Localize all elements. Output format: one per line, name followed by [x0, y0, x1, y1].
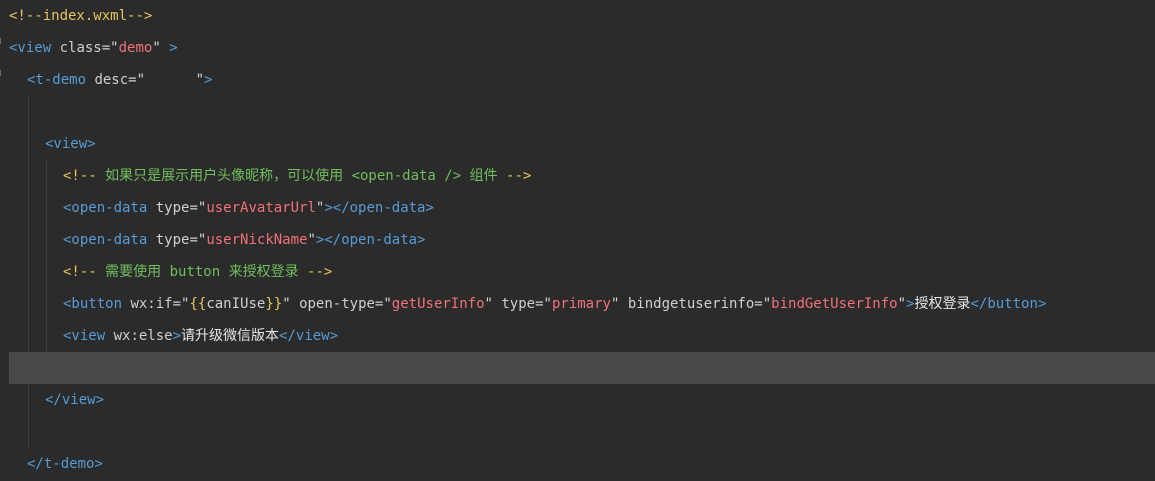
comment-open: <!--	[63, 168, 97, 184]
tag-open: <view	[9, 40, 52, 56]
code-line-3[interactable]: <t-demo desc=" ">	[27, 64, 212, 96]
indent-guide	[46, 160, 47, 384]
editor-gutter	[0, 0, 9, 481]
expression: canIUse	[206, 296, 266, 312]
quote: "	[543, 296, 552, 312]
quote: "	[307, 232, 316, 248]
attr-value: getUserInfo	[391, 296, 485, 312]
quote: "	[897, 296, 907, 312]
tag-open: <open-data	[63, 200, 148, 216]
code-line-13[interactable]: </view>	[45, 384, 104, 416]
attr-name: class=	[51, 40, 111, 56]
code-line-9[interactable]: <!-- 需要使用 button 来授权登录 -->	[63, 256, 332, 288]
tag-close: >	[172, 328, 182, 344]
quote: "	[152, 40, 161, 56]
comment-close: -->	[307, 264, 333, 280]
tag-end: </open-data>	[332, 200, 434, 216]
code-line-6[interactable]: <!-- 如果只是展示用户头像昵称，可以使用 <open-data /> 组件 …	[63, 160, 531, 192]
attr-name: type=	[147, 200, 198, 216]
tag-end: </t-demo>	[27, 456, 103, 472]
tag-close: >	[87, 136, 96, 152]
tag-open: <button	[63, 296, 123, 312]
attr-value: demo	[118, 40, 153, 56]
fold-marker[interactable]	[0, 38, 1, 44]
tag-open: <t-demo	[27, 72, 87, 88]
comment-text: index.wxml	[42, 8, 128, 24]
attr-value: primary	[551, 296, 611, 312]
code-line-7[interactable]: <open-data type="userAvatarUrl"></open-d…	[63, 192, 434, 224]
tag-close: >	[324, 200, 333, 216]
tag-open: <view	[63, 328, 106, 344]
tag-end: </view>	[45, 392, 105, 408]
attr-name: bindgetuserinfo=	[619, 296, 763, 312]
quote: "	[484, 296, 493, 312]
quote: "	[383, 296, 392, 312]
attr-name: wx:if=	[122, 296, 182, 312]
attr-name: open-type=	[290, 296, 384, 312]
quote: "	[195, 72, 205, 88]
code-line-2[interactable]: <view class="demo" >	[9, 32, 178, 64]
tag-open: <view	[45, 136, 88, 152]
tag-close: >	[160, 40, 178, 56]
fold-marker[interactable]	[0, 70, 1, 76]
indent-guide	[28, 96, 29, 448]
mustache-close: }}	[265, 296, 283, 312]
code-line-5[interactable]: <view>	[45, 128, 96, 160]
comment-text: 需要使用 button 来授权登录	[96, 264, 308, 280]
attr-value: userAvatarUrl	[206, 200, 316, 216]
attr-value: bindGetUserInfo	[771, 296, 898, 312]
code-editor[interactable]: <!--index.wxml--> <view class="demo" > <…	[0, 0, 1155, 481]
comment-text: 如果只是展示用户头像昵称，可以使用 <open-data /> 组件	[96, 168, 507, 184]
attr-name: desc=	[86, 72, 137, 88]
tag-end: </open-data>	[324, 232, 426, 248]
text-content: 授权登录	[914, 296, 971, 312]
tag-close: >	[204, 72, 213, 88]
mustache-open: {{	[189, 296, 207, 312]
code-line-15[interactable]: </t-demo>	[27, 448, 103, 480]
code-line-1[interactable]: <!--index.wxml-->	[9, 0, 152, 32]
text-content: 请升级微信版本	[181, 328, 280, 344]
quote: "	[110, 40, 119, 56]
code-line-11[interactable]: <view wx:else>请升级微信版本</view>	[63, 320, 338, 352]
quote: "	[282, 296, 291, 312]
attr-value	[145, 72, 196, 88]
current-line-highlight	[9, 352, 1155, 384]
quote: "	[762, 296, 772, 312]
code-line-8[interactable]: <open-data type="userNickName"></open-da…	[63, 224, 426, 256]
comment-close: -->	[506, 168, 532, 184]
tag-end: </button>	[970, 296, 1047, 312]
attr-name: type=	[147, 232, 198, 248]
attr-name: type=	[492, 296, 544, 312]
attr-value: userNickName	[206, 232, 308, 248]
comment-close: -->	[127, 8, 153, 24]
tag-open: <open-data	[63, 232, 148, 248]
code-line-10[interactable]: <button wx:if="{{canIUse}}" open-type="g…	[63, 288, 1046, 320]
comment-open: <!--	[63, 264, 97, 280]
quote: "	[136, 72, 146, 88]
comment-open: <!--	[9, 8, 43, 24]
attr-name: wx:else	[105, 328, 173, 344]
tag-end: </view>	[279, 328, 339, 344]
